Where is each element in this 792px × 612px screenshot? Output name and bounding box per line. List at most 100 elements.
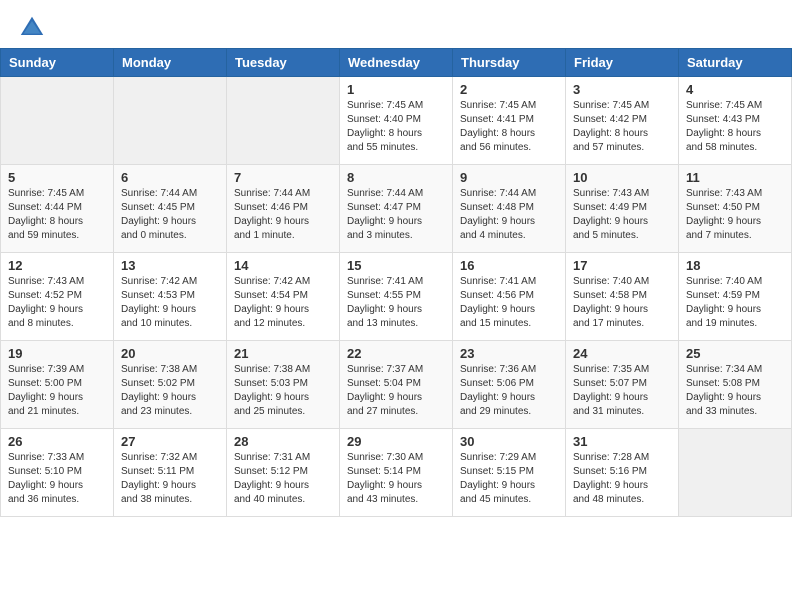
cell-info: Sunrise: 7:38 AM Sunset: 5:02 PM Dayligh… [121, 363, 219, 419]
day-number: 12 [8, 258, 106, 273]
calendar-week-row: 5Sunrise: 7:45 AM Sunset: 4:44 PM Daylig… [1, 165, 792, 253]
day-number: 1 [347, 82, 445, 97]
cell-info: Sunrise: 7:40 AM Sunset: 4:59 PM Dayligh… [686, 275, 784, 331]
calendar-cell: 27 Sunrise: 7:32 AM Sunset: 5:11 PM Dayli… [114, 429, 227, 517]
day-number: 6 [121, 170, 219, 185]
cell-info: Sunrise: 7:41 AM Sunset: 4:55 PM Dayligh… [347, 275, 445, 331]
day-number: 8 [347, 170, 445, 185]
cell-info: Sunrise: 7:43 AM Sunset: 4:52 PM Dayligh… [8, 275, 106, 331]
calendar-cell: 19 Sunrise: 7:39 AM Sunset: 5:00 PM Dayli… [1, 341, 114, 429]
day-number: 3 [573, 82, 671, 97]
calendar-cell: 16 Sunrise: 7:41 AM Sunset: 4:56 PM Dayli… [453, 253, 566, 341]
cell-info: Sunrise: 7:36 AM Sunset: 5:06 PM Dayligh… [460, 363, 558, 419]
calendar-cell: 3 Sunrise: 7:45 AM Sunset: 4:42 PM Daylig… [566, 77, 679, 165]
calendar-cell: 10Sunrise: 7:43 AM Sunset: 4:49 PM Dayli… [566, 165, 679, 253]
cell-info: Sunrise: 7:45 AM Sunset: 4:40 PM Dayligh… [347, 99, 445, 155]
day-number: 9 [460, 170, 558, 185]
day-number: 15 [347, 258, 445, 273]
logo [18, 14, 50, 42]
calendar-cell: 29 Sunrise: 7:30 AM Sunset: 5:14 PM Dayli… [340, 429, 453, 517]
calendar-cell: 2 Sunrise: 7:45 AM Sunset: 4:41 PM Daylig… [453, 77, 566, 165]
day-number: 21 [234, 346, 332, 361]
calendar-week-row: 26 Sunrise: 7:33 AM Sunset: 5:10 PM Dayli… [1, 429, 792, 517]
cell-info: Sunrise: 7:37 AM Sunset: 5:04 PM Dayligh… [347, 363, 445, 419]
day-number: 7 [234, 170, 332, 185]
day-number: 31 [573, 434, 671, 449]
cell-info: Sunrise: 7:42 AM Sunset: 4:53 PM Dayligh… [121, 275, 219, 331]
day-number: 2 [460, 82, 558, 97]
cell-info: Sunrise: 7:35 AM Sunset: 5:07 PM Dayligh… [573, 363, 671, 419]
calendar-cell: 5Sunrise: 7:45 AM Sunset: 4:44 PM Daylig… [1, 165, 114, 253]
calendar-week-row: 19 Sunrise: 7:39 AM Sunset: 5:00 PM Dayli… [1, 341, 792, 429]
cell-info: Sunrise: 7:44 AM Sunset: 4:47 PM Dayligh… [347, 187, 445, 243]
cell-info: Sunrise: 7:30 AM Sunset: 5:14 PM Dayligh… [347, 451, 445, 507]
calendar-header-friday: Friday [566, 49, 679, 77]
cell-info: Sunrise: 7:45 AM Sunset: 4:44 PM Dayligh… [8, 187, 106, 243]
cell-info: Sunrise: 7:34 AM Sunset: 5:08 PM Dayligh… [686, 363, 784, 419]
page-header [0, 0, 792, 48]
day-number: 14 [234, 258, 332, 273]
calendar-cell: 21 Sunrise: 7:38 AM Sunset: 5:03 PM Dayli… [227, 341, 340, 429]
calendar-cell: 9 Sunrise: 7:44 AM Sunset: 4:48 PM Daylig… [453, 165, 566, 253]
cell-info: Sunrise: 7:29 AM Sunset: 5:15 PM Dayligh… [460, 451, 558, 507]
calendar-cell: 1 Sunrise: 7:45 AM Sunset: 4:40 PM Daylig… [340, 77, 453, 165]
cell-info: Sunrise: 7:44 AM Sunset: 4:45 PM Dayligh… [121, 187, 219, 243]
cell-info: Sunrise: 7:45 AM Sunset: 4:43 PM Dayligh… [686, 99, 784, 155]
calendar-cell: 30 Sunrise: 7:29 AM Sunset: 5:15 PM Dayli… [453, 429, 566, 517]
cell-info: Sunrise: 7:38 AM Sunset: 5:03 PM Dayligh… [234, 363, 332, 419]
day-number: 18 [686, 258, 784, 273]
calendar-cell: 26 Sunrise: 7:33 AM Sunset: 5:10 PM Dayli… [1, 429, 114, 517]
cell-info: Sunrise: 7:40 AM Sunset: 4:58 PM Dayligh… [573, 275, 671, 331]
calendar-cell: 17Sunrise: 7:40 AM Sunset: 4:58 PM Dayli… [566, 253, 679, 341]
calendar-cell: 20 Sunrise: 7:38 AM Sunset: 5:02 PM Dayli… [114, 341, 227, 429]
day-number: 27 [121, 434, 219, 449]
calendar-cell: 13 Sunrise: 7:42 AM Sunset: 4:53 PM Dayli… [114, 253, 227, 341]
day-number: 11 [686, 170, 784, 185]
cell-info: Sunrise: 7:44 AM Sunset: 4:46 PM Dayligh… [234, 187, 332, 243]
day-number: 13 [121, 258, 219, 273]
day-number: 26 [8, 434, 106, 449]
calendar-cell: 28 Sunrise: 7:31 AM Sunset: 5:12 PM Dayli… [227, 429, 340, 517]
day-number: 10 [573, 170, 671, 185]
day-number: 23 [460, 346, 558, 361]
day-number: 28 [234, 434, 332, 449]
calendar-cell: 7 Sunrise: 7:44 AM Sunset: 4:46 PM Daylig… [227, 165, 340, 253]
calendar-cell [114, 77, 227, 165]
calendar-cell: 12 Sunrise: 7:43 AM Sunset: 4:52 PM Dayli… [1, 253, 114, 341]
calendar-cell: 4 Sunrise: 7:45 AM Sunset: 4:43 PM Daylig… [679, 77, 792, 165]
calendar-cell: 15 Sunrise: 7:41 AM Sunset: 4:55 PM Dayli… [340, 253, 453, 341]
day-number: 16 [460, 258, 558, 273]
day-number: 22 [347, 346, 445, 361]
day-number: 20 [121, 346, 219, 361]
cell-info: Sunrise: 7:45 AM Sunset: 4:41 PM Dayligh… [460, 99, 558, 155]
cell-info: Sunrise: 7:28 AM Sunset: 5:16 PM Dayligh… [573, 451, 671, 507]
calendar-cell: 11 Sunrise: 7:43 AM Sunset: 4:50 PM Dayli… [679, 165, 792, 253]
day-number: 24 [573, 346, 671, 361]
cell-info: Sunrise: 7:45 AM Sunset: 4:42 PM Dayligh… [573, 99, 671, 155]
calendar-cell: 18 Sunrise: 7:40 AM Sunset: 4:59 PM Dayli… [679, 253, 792, 341]
calendar-week-row: 1 Sunrise: 7:45 AM Sunset: 4:40 PM Daylig… [1, 77, 792, 165]
cell-info: Sunrise: 7:33 AM Sunset: 5:10 PM Dayligh… [8, 451, 106, 507]
day-number: 29 [347, 434, 445, 449]
cell-info: Sunrise: 7:31 AM Sunset: 5:12 PM Dayligh… [234, 451, 332, 507]
day-number: 19 [8, 346, 106, 361]
calendar-cell: 25Sunrise: 7:34 AM Sunset: 5:08 PM Dayli… [679, 341, 792, 429]
cell-info: Sunrise: 7:42 AM Sunset: 4:54 PM Dayligh… [234, 275, 332, 331]
cell-info: Sunrise: 7:32 AM Sunset: 5:11 PM Dayligh… [121, 451, 219, 507]
calendar-header-sunday: Sunday [1, 49, 114, 77]
cell-info: Sunrise: 7:43 AM Sunset: 4:50 PM Dayligh… [686, 187, 784, 243]
calendar-cell [227, 77, 340, 165]
calendar-header-saturday: Saturday [679, 49, 792, 77]
calendar-table: SundayMondayTuesdayWednesdayThursdayFrid… [0, 48, 792, 517]
calendar-header-tuesday: Tuesday [227, 49, 340, 77]
calendar-header-thursday: Thursday [453, 49, 566, 77]
calendar-cell: 6 Sunrise: 7:44 AM Sunset: 4:45 PM Daylig… [114, 165, 227, 253]
day-number: 30 [460, 434, 558, 449]
cell-info: Sunrise: 7:41 AM Sunset: 4:56 PM Dayligh… [460, 275, 558, 331]
day-number: 4 [686, 82, 784, 97]
cell-info: Sunrise: 7:39 AM Sunset: 5:00 PM Dayligh… [8, 363, 106, 419]
cell-info: Sunrise: 7:44 AM Sunset: 4:48 PM Dayligh… [460, 187, 558, 243]
calendar-cell: 22 Sunrise: 7:37 AM Sunset: 5:04 PM Dayli… [340, 341, 453, 429]
calendar-cell [679, 429, 792, 517]
calendar-header-wednesday: Wednesday [340, 49, 453, 77]
